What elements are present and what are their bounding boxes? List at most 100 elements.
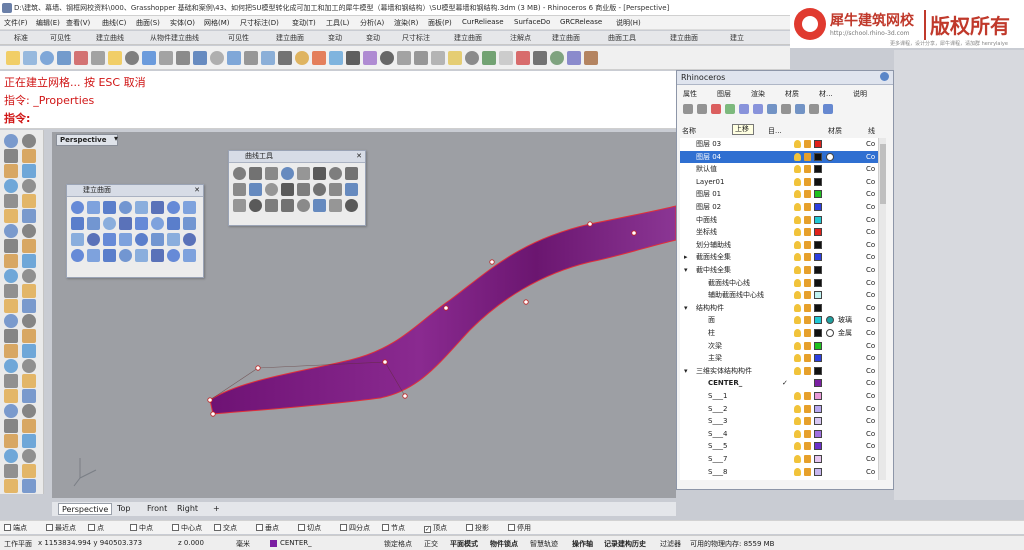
- tool-icon[interactable]: [87, 217, 100, 230]
- layer-lock-icon[interactable]: [804, 467, 811, 476]
- tool-icon[interactable]: [119, 217, 132, 230]
- layer-visible-icon[interactable]: [794, 165, 801, 174]
- layer-row[interactable]: CENTER_ ✓ Co: [680, 377, 878, 389]
- status-units[interactable]: 毫米: [236, 539, 250, 549]
- tool-icon[interactable]: [249, 167, 262, 180]
- layer-color-swatch[interactable]: [814, 240, 822, 249]
- layer-color-swatch[interactable]: [814, 341, 822, 350]
- layer-row[interactable]: 主梁 Co: [680, 352, 878, 364]
- layer-tool-icon[interactable]: [753, 104, 763, 114]
- tool-icon[interactable]: [281, 167, 294, 180]
- twisted-surface[interactable]: [209, 205, 677, 415]
- layer-row[interactable]: ▾ 截中线全集 Co: [680, 264, 878, 276]
- view-tab[interactable]: Front: [144, 503, 170, 515]
- layer-tool-icon[interactable]: [711, 104, 721, 114]
- tool-icon[interactable]: [249, 199, 262, 212]
- tool-icon[interactable]: [151, 249, 164, 262]
- layer-color-swatch[interactable]: [814, 379, 822, 388]
- layer-visible-icon[interactable]: [794, 140, 801, 148]
- tool-icon[interactable]: [87, 233, 100, 246]
- osnap-checkbox[interactable]: [172, 524, 179, 531]
- osnap-checkbox[interactable]: [214, 524, 221, 531]
- tool-icon[interactable]: [329, 199, 342, 212]
- tool-icon[interactable]: [345, 167, 358, 180]
- tool-icon[interactable]: [233, 167, 246, 180]
- osnap-1[interactable]: 最近点: [46, 523, 76, 533]
- layer-visible-icon[interactable]: [794, 203, 801, 211]
- layer-lock-icon[interactable]: [804, 442, 811, 451]
- layer-row[interactable]: 图层 02 Co: [680, 201, 878, 213]
- tool-icon[interactable]: [119, 249, 132, 262]
- tool-icon[interactable]: [119, 201, 132, 214]
- tool-icon[interactable]: [265, 183, 278, 196]
- status-ortho[interactable]: 正交: [424, 539, 438, 549]
- layer-row[interactable]: S___1 Co: [680, 390, 878, 402]
- layer-visible-icon[interactable]: [794, 455, 801, 463]
- osnap-checkbox[interactable]: [298, 524, 305, 531]
- osnap-checkbox[interactable]: [466, 524, 473, 531]
- layer-lock-icon[interactable]: [804, 140, 811, 148]
- status-planar[interactable]: 平面模式: [450, 539, 478, 549]
- status-grid-snap[interactable]: 锁定格点: [384, 539, 412, 549]
- layer-list-scrollbar[interactable]: [878, 138, 886, 480]
- view-tab[interactable]: Perspective: [58, 503, 113, 515]
- layer-row[interactable]: Layer01 Co: [680, 176, 878, 188]
- tool-icon[interactable]: [313, 167, 326, 180]
- tool-icon[interactable]: [151, 233, 164, 246]
- tool-icon[interactable]: [183, 217, 196, 230]
- tool-icon[interactable]: [265, 199, 278, 212]
- close-icon[interactable]: ✕: [356, 151, 362, 162]
- tool-icon[interactable]: [313, 199, 326, 212]
- viewport-title[interactable]: Perspective: [56, 134, 118, 146]
- layer-visible-icon[interactable]: [794, 329, 801, 337]
- osnap-checkbox[interactable]: [340, 524, 347, 531]
- scrollbar-thumb[interactable]: [880, 144, 886, 204]
- layer-lock-icon[interactable]: [804, 354, 811, 363]
- layer-visible-icon[interactable]: [794, 291, 801, 300]
- layer-lock-icon[interactable]: [804, 303, 811, 312]
- layer-column-header[interactable]: 材质: [828, 126, 842, 136]
- layer-lock-icon[interactable]: [804, 392, 811, 400]
- layer-color-swatch[interactable]: [814, 467, 822, 476]
- close-icon[interactable]: ✕: [194, 185, 200, 196]
- status-osnap[interactable]: 物件锁点: [490, 539, 518, 549]
- status-smarttrack[interactable]: 智慧轨迹: [530, 539, 558, 549]
- curve-tools-header[interactable]: 曲线工具 ✕: [229, 151, 365, 163]
- osnap-8[interactable]: 四分点: [340, 523, 370, 533]
- tool-icon[interactable]: [71, 217, 84, 230]
- layer-lock-icon[interactable]: [804, 278, 811, 287]
- layer-lock-icon[interactable]: [804, 366, 811, 375]
- close-icon[interactable]: [880, 72, 889, 81]
- layer-row[interactable]: ▸ 截面线全集 Co: [680, 251, 878, 263]
- layer-visible-icon[interactable]: [794, 266, 801, 274]
- layer-row[interactable]: 划分辅助线 Co: [680, 239, 878, 251]
- layer-visible-icon[interactable]: [794, 190, 801, 199]
- layer-row[interactable]: 中面线 Co: [680, 214, 878, 226]
- layer-color-swatch[interactable]: [814, 291, 822, 300]
- osnap-checkbox[interactable]: [508, 524, 515, 531]
- layer-visible-icon[interactable]: [794, 366, 801, 375]
- layer-color-swatch[interactable]: [814, 165, 822, 174]
- viewport-menu-icon[interactable]: ▾: [114, 134, 118, 143]
- panel-tab[interactable]: 说明: [853, 89, 867, 99]
- layer-column-header[interactable]: 名称: [682, 126, 696, 136]
- tool-icon[interactable]: [183, 233, 196, 246]
- layer-visible-icon[interactable]: [794, 278, 801, 287]
- tool-icon[interactable]: [71, 249, 84, 262]
- layer-visible-icon[interactable]: [794, 354, 801, 363]
- tool-icon[interactable]: [167, 233, 180, 246]
- osnap-6[interactable]: 垂点: [256, 523, 279, 533]
- tool-icon[interactable]: [281, 199, 294, 212]
- layer-row[interactable]: 次梁 Co: [680, 340, 878, 352]
- osnap-checkbox[interactable]: [88, 524, 95, 531]
- layer-lock-icon[interactable]: [804, 177, 811, 186]
- layer-row[interactable]: 面 玻璃 Co: [680, 314, 878, 326]
- layer-row[interactable]: S___7 Co: [680, 453, 878, 465]
- layer-color-swatch[interactable]: [814, 429, 822, 438]
- osnap-0[interactable]: 端点: [4, 523, 27, 533]
- layer-row[interactable]: S___5 Co: [680, 440, 878, 452]
- layer-color-swatch[interactable]: [814, 303, 822, 312]
- layer-lock-icon[interactable]: [804, 253, 811, 262]
- tool-icon[interactable]: [135, 233, 148, 246]
- layer-color-swatch[interactable]: [814, 366, 822, 375]
